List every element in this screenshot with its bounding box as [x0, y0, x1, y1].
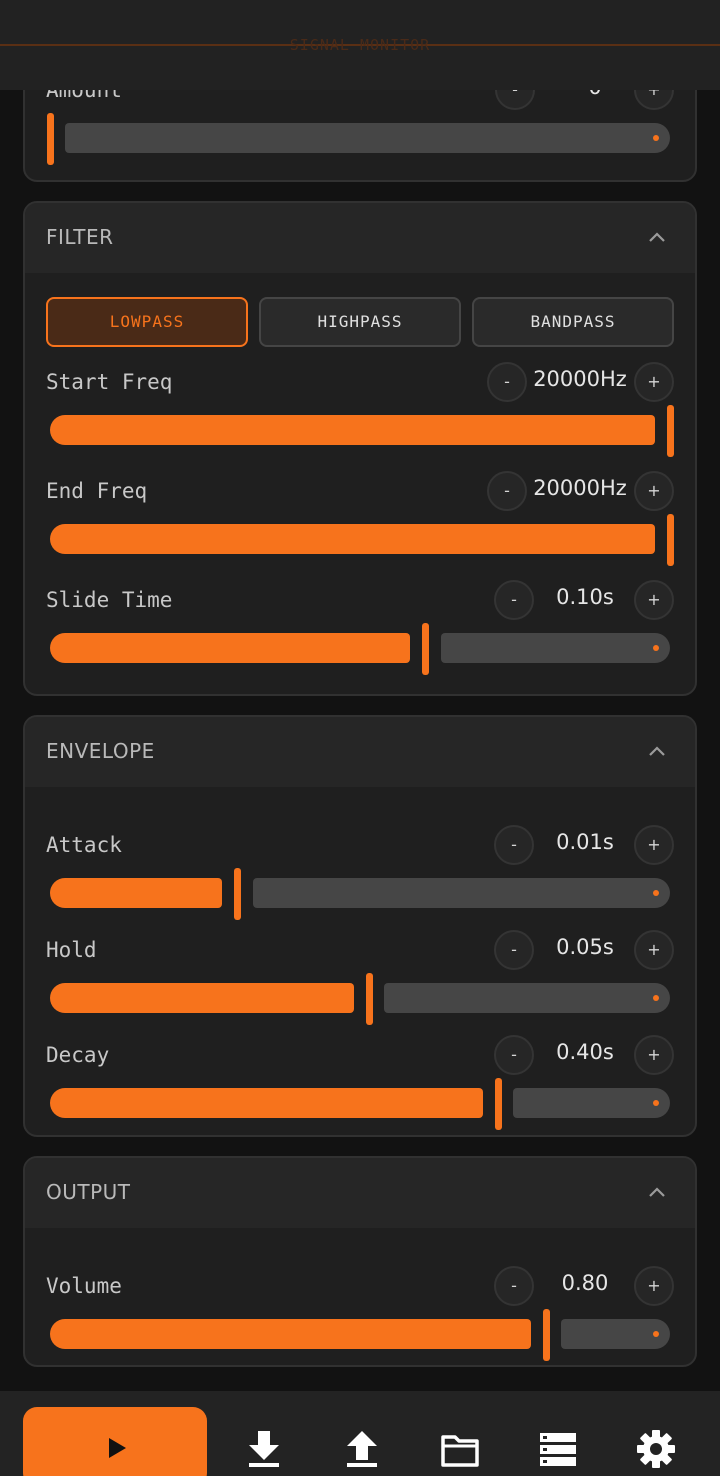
slider-end-dot [653, 890, 659, 896]
storage-icon[interactable] [538, 1429, 578, 1469]
hold-slider-rest [384, 983, 670, 1013]
volume-plus-button[interactable]: + [634, 1266, 674, 1306]
lowpass-button[interactable]: LOWPASS [46, 297, 248, 347]
decay-slider-thumb[interactable] [495, 1078, 502, 1130]
hold-plus-button[interactable]: + [634, 930, 674, 970]
highpass-button[interactable]: HIGHPASS [259, 297, 461, 347]
decay-value: 0.40s [556, 1040, 614, 1064]
end-freq-label: End Freq [46, 479, 148, 503]
hold-value: 0.05s [556, 935, 614, 959]
decay-plus-button[interactable]: + [634, 1035, 674, 1075]
slider-end-dot [653, 645, 659, 651]
chevron-up-icon[interactable] [647, 741, 667, 761]
attack-value: 0.01s [556, 830, 614, 854]
decay-label: Decay [46, 1043, 110, 1067]
volume-slider-thumb[interactable] [543, 1309, 550, 1361]
hold-minus-button[interactable]: - [494, 930, 534, 970]
bandpass-button[interactable]: BANDPASS [472, 297, 674, 347]
slide-time-slider-fill [50, 633, 410, 663]
slide-time-value: 0.10s [556, 585, 614, 609]
bottom-toolbar [0, 1391, 720, 1476]
slide-time-plus-button[interactable]: + [634, 580, 674, 620]
volume-slider-fill [50, 1319, 531, 1349]
envelope-panel-title: ENVELOPE [46, 739, 155, 763]
envelope-panel-header[interactable]: ENVELOPE [25, 717, 695, 787]
slider-end-dot [653, 995, 659, 1001]
download-icon[interactable] [244, 1429, 284, 1469]
attack-control: Attack - 0.01s + [25, 825, 695, 920]
hold-label: Hold [46, 938, 97, 962]
attack-slider-fill [50, 878, 222, 908]
start-freq-value: 20000Hz [533, 367, 627, 391]
start-freq-plus-button[interactable]: + [634, 362, 674, 402]
chevron-up-icon[interactable] [647, 1182, 667, 1202]
filter-panel: FILTER LOWPASS HIGHPASS BANDPASS Start F… [23, 201, 697, 696]
settings-icon[interactable] [636, 1429, 676, 1469]
slide-time-slider-thumb[interactable] [422, 623, 429, 675]
start-freq-slider[interactable] [50, 405, 674, 457]
end-freq-slider[interactable] [50, 514, 674, 566]
decay-minus-button[interactable]: - [494, 1035, 534, 1075]
end-freq-slider-fill [50, 524, 655, 554]
amount-slider[interactable] [47, 113, 670, 165]
output-panel-header[interactable]: OUTPUT [25, 1158, 695, 1228]
volume-slider[interactable] [50, 1309, 670, 1361]
slide-time-slider-rest [441, 633, 670, 663]
hold-control: Hold - 0.05s + [25, 930, 695, 1025]
slider-end-dot [653, 135, 659, 141]
play-icon [109, 1438, 126, 1458]
chevron-up-icon[interactable] [647, 227, 667, 247]
slider-end-dot [653, 1100, 659, 1106]
amount-control: Amount - 0 + [25, 70, 695, 165]
attack-minus-button[interactable]: - [494, 825, 534, 865]
end-freq-value: 20000Hz [533, 476, 627, 500]
play-button[interactable] [23, 1407, 207, 1476]
slide-time-label: Slide Time [46, 588, 173, 612]
amount-slider-thumb[interactable] [47, 113, 54, 165]
upload-icon[interactable] [342, 1429, 382, 1469]
slide-time-minus-button[interactable]: - [494, 580, 534, 620]
decay-slider[interactable] [50, 1078, 670, 1130]
attack-slider[interactable] [50, 868, 670, 920]
amount-slider-rest [65, 123, 670, 153]
hold-slider-thumb[interactable] [366, 973, 373, 1025]
attack-plus-button[interactable]: + [634, 825, 674, 865]
volume-slider-rest [561, 1319, 670, 1349]
volume-label: Volume [46, 1274, 122, 1298]
output-panel: OUTPUT Volume - 0.80 + [23, 1156, 697, 1367]
start-freq-slider-fill [50, 415, 655, 445]
decay-control: Decay - 0.40s + [25, 1035, 695, 1130]
decay-slider-rest [513, 1088, 670, 1118]
volume-minus-button[interactable]: - [494, 1266, 534, 1306]
top-bar: SIGNAL MONITOR [0, 0, 720, 90]
folder-icon[interactable] [440, 1429, 480, 1469]
attack-slider-rest [253, 878, 670, 908]
filter-panel-header[interactable]: FILTER [25, 203, 695, 273]
slide-time-control: Slide Time - 0.10s + [25, 580, 695, 675]
end-freq-control: End Freq - 20000Hz + [25, 471, 695, 566]
attack-slider-thumb[interactable] [234, 868, 241, 920]
decay-slider-fill [50, 1088, 483, 1118]
hold-slider-fill [50, 983, 354, 1013]
end-freq-slider-thumb[interactable] [667, 514, 674, 566]
slide-time-slider[interactable] [50, 623, 670, 675]
start-freq-minus-button[interactable]: - [487, 362, 527, 402]
signal-monitor-title: SIGNAL MONITOR [289, 36, 431, 54]
end-freq-plus-button[interactable]: + [634, 471, 674, 511]
hold-slider[interactable] [50, 973, 670, 1025]
envelope-panel: ENVELOPE Attack - 0.01s + Hold - 0.05s +… [23, 715, 697, 1137]
slider-end-dot [653, 1331, 659, 1337]
output-panel-title: OUTPUT [46, 1180, 131, 1204]
start-freq-control: Start Freq - 20000Hz + [25, 362, 695, 457]
volume-control: Volume - 0.80 + [25, 1266, 695, 1361]
filter-panel-title: FILTER [46, 225, 114, 249]
start-freq-slider-thumb[interactable] [667, 405, 674, 457]
attack-label: Attack [46, 833, 122, 857]
start-freq-label: Start Freq [46, 370, 173, 394]
volume-value: 0.80 [561, 1271, 609, 1295]
end-freq-minus-button[interactable]: - [487, 471, 527, 511]
